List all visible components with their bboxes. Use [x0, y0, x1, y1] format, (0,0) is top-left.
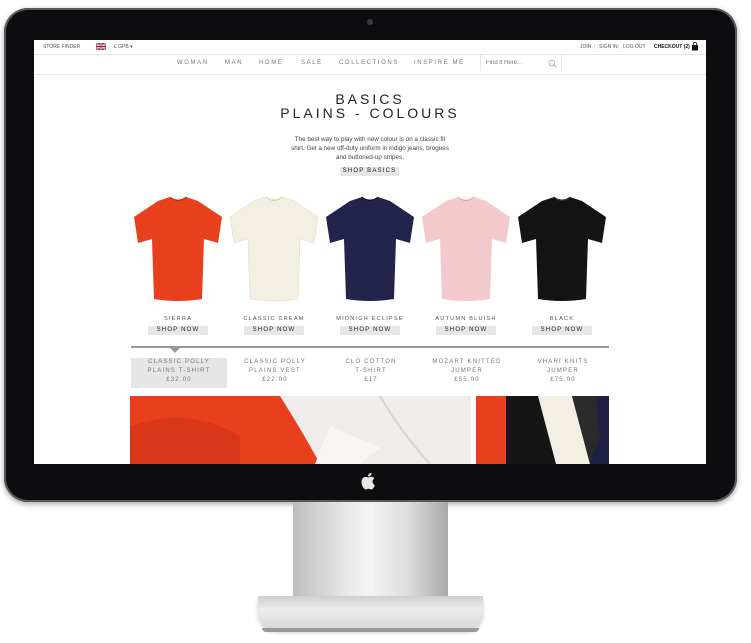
shop-now-button[interactable]: SHOP NOW: [244, 326, 304, 335]
search-input[interactable]: [486, 58, 544, 68]
shirt-label-midnigh-eclipse: MIDNIGH ECLIPSE: [336, 316, 404, 322]
shirt-image-classic-cream[interactable]: [226, 195, 322, 303]
currency-selector[interactable]: £ GPB ▾: [114, 44, 133, 50]
shirt-label-classic-cream: CLASSIC CREAM: [243, 316, 305, 322]
shop-now-button[interactable]: SHOP NOW: [340, 326, 400, 335]
monitor-stand-base: [258, 596, 483, 630]
shirt-label-black: BLACK: [549, 316, 575, 322]
shop-now-button[interactable]: SHOP NOW: [532, 326, 592, 335]
product-tab-classic-polly-plains-t-shirt[interactable]: CLASSIC POLLY PLAINS T-SHIRT £32.00: [131, 358, 227, 388]
product-name-line2: PLAINS VEST: [249, 368, 301, 374]
shirt-image-black[interactable]: [514, 195, 610, 303]
nav-item-home[interactable]: HOME: [259, 60, 283, 66]
shop-basics-button[interactable]: SHOP BASICS: [340, 167, 399, 176]
top-utility-bar: STORE FINDER £ GPB ▾ JOIN | SIGN IN | LO…: [34, 40, 706, 55]
product-price: £55.00: [454, 377, 480, 383]
shop-now-button[interactable]: SHOP NOW: [436, 326, 496, 335]
fabric-closeup-banner[interactable]: [130, 396, 471, 464]
product-name-line1: MOZART KNITTED: [432, 359, 502, 365]
log-out-link[interactable]: LOG OUT: [623, 44, 646, 50]
search-icon[interactable]: [548, 59, 557, 68]
shop-now-button[interactable]: SHOP NOW: [148, 326, 208, 335]
shirt-label-sierra: SIERRA: [163, 316, 193, 322]
apple-logo-icon: [361, 472, 375, 490]
shirt-label-autumn-bluish: AUTUMN BLUISH: [435, 316, 497, 322]
product-name-line2: JUMPER: [451, 368, 483, 374]
nav-item-sale[interactable]: SALE: [301, 60, 323, 66]
separator: |: [618, 44, 620, 50]
nav-item-woman[interactable]: WOMAN: [177, 60, 209, 66]
product-price: £22.00: [262, 377, 288, 383]
website-screen: STORE FINDER £ GPB ▾ JOIN | SIGN IN | LO…: [34, 40, 706, 464]
product-tab-clo-cotton-t-shirt[interactable]: CLO COTTON T-SHIRT £17: [323, 358, 419, 385]
checkout-link[interactable]: CHECKOUT (2): [654, 44, 690, 50]
product-name-line2: PLAINS T-SHIRT: [147, 368, 211, 374]
product-name-line1: VHARI KNITS: [537, 359, 589, 365]
nav-item-collections[interactable]: COLLECTIONS: [339, 60, 399, 66]
camera-icon: [367, 19, 373, 25]
selection-pointer: [169, 347, 181, 353]
product-name-line2: JUMPER: [547, 368, 579, 374]
monitor-stand-lip: [262, 628, 479, 632]
product-price: £75.00: [550, 377, 576, 383]
shirt-image-autumn-bluish[interactable]: [418, 195, 514, 303]
uk-flag-icon[interactable]: [96, 43, 106, 50]
shirt-image-midnigh-eclipse[interactable]: [322, 195, 418, 303]
nav-item-man[interactable]: MAN: [225, 60, 243, 66]
product-price: £17: [364, 377, 378, 383]
shopping-bag-icon[interactable]: [691, 42, 699, 51]
hero-title-line2: PLAINS - COLOURS: [280, 105, 460, 121]
monitor-stand-neck: [293, 502, 448, 602]
main-navigation: WOMAN MAN HOME SALE COLLECTIONS INSPIRE …: [34, 55, 706, 75]
product-tab-vhari-knits-jumper[interactable]: VHARI KNITS JUMPER £75.00: [515, 358, 611, 385]
product-price: £32.00: [166, 377, 192, 383]
join-link[interactable]: JOIN: [580, 44, 591, 50]
store-finder-link[interactable]: STORE FINDER: [43, 44, 80, 50]
nav-item-inspire-me[interactable]: INSPIRE ME: [414, 60, 465, 66]
product-divider: [131, 346, 609, 348]
shirt-image-sierra[interactable]: [130, 195, 226, 303]
stacked-shirts-banner[interactable]: [476, 396, 609, 464]
search-box: [480, 55, 562, 71]
product-name-line1: CLASSIC POLLY: [244, 359, 306, 365]
product-tab-classic-polly-plains-vest[interactable]: CLASSIC POLLY PLAINS VEST £22.00: [227, 358, 323, 385]
sign-in-link[interactable]: SIGN IN: [599, 44, 618, 50]
separator: |: [594, 44, 596, 50]
hero-description: The best way to play with new colour is …: [291, 136, 449, 161]
product-tab-mozart-knitted-jumper[interactable]: MOZART KNITTED JUMPER £55.00: [419, 358, 515, 385]
product-name-line1: CLO COTTON: [345, 359, 397, 365]
product-name-line1: CLASSIC POLLY: [148, 359, 210, 365]
product-name-line2: T-SHIRT: [355, 368, 387, 374]
